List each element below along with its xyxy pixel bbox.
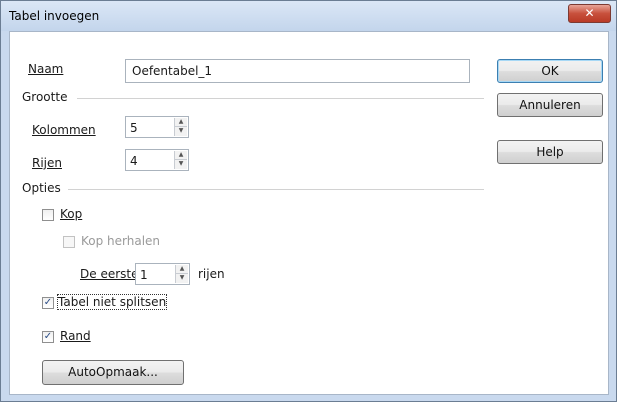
check-icon: ✓ xyxy=(43,297,53,308)
options-section-title: Opties xyxy=(22,181,61,195)
options-section-divider xyxy=(68,189,484,190)
close-button[interactable]: ✕ xyxy=(568,4,611,23)
spin-down-icon[interactable]: ▼ xyxy=(176,274,188,283)
spin-down-icon[interactable]: ▼ xyxy=(175,127,187,136)
spin-down-icon[interactable]: ▼ xyxy=(175,160,187,169)
title-bar[interactable]: Tabel invoegen ✕ xyxy=(1,1,616,31)
columns-spin-arrows[interactable]: ▲ ▼ xyxy=(174,118,187,136)
spin-up-icon[interactable]: ▲ xyxy=(175,151,187,160)
columns-value: 5 xyxy=(130,121,138,135)
dont-split-checkbox[interactable]: ✓ xyxy=(42,297,54,309)
name-label-text: Naam xyxy=(28,62,64,76)
columns-spinbox[interactable]: 5 ▲ ▼ xyxy=(125,116,189,138)
spin-up-icon[interactable]: ▲ xyxy=(176,265,188,274)
dialog-title: Tabel invoegen xyxy=(9,9,100,23)
check-icon: ✓ xyxy=(43,331,53,342)
repeat-heading-checkbox[interactable] xyxy=(63,236,75,248)
insert-table-dialog: Tabel invoegen ✕ Naam Oefentabel_1 Groot… xyxy=(0,0,617,402)
first-rows-spinbox[interactable]: 1 ▲ ▼ xyxy=(135,263,190,285)
first-rows-spin-arrows[interactable]: ▲ ▼ xyxy=(175,265,188,283)
first-rows-suffix: rijen xyxy=(198,267,225,281)
border-label: Rand xyxy=(60,329,91,343)
spin-up-icon[interactable]: ▲ xyxy=(175,118,187,127)
heading-checkbox[interactable] xyxy=(42,209,54,221)
columns-label: Kolommen xyxy=(32,123,96,137)
heading-label: Kop xyxy=(60,207,83,221)
cancel-button[interactable]: Annuleren xyxy=(497,93,603,117)
ok-button[interactable]: OK xyxy=(497,59,603,83)
name-field[interactable]: Oefentabel_1 xyxy=(125,59,470,83)
size-section-title: Grootte xyxy=(22,90,68,104)
rows-spin-arrows[interactable]: ▲ ▼ xyxy=(174,151,187,169)
name-label: Naam xyxy=(28,62,63,76)
first-rows-label: De eerste xyxy=(80,267,139,281)
size-section-divider xyxy=(77,98,484,99)
help-button[interactable]: Help xyxy=(497,140,603,164)
dialog-body: Naam Oefentabel_1 Grootte Kolommen 5 ▲ ▼… xyxy=(9,31,609,395)
autoformat-button[interactable]: AutoOpmaak... xyxy=(42,360,184,385)
border-checkbox[interactable]: ✓ xyxy=(42,331,54,343)
rows-value: 4 xyxy=(130,154,138,168)
repeat-heading-label: Kop herhalen xyxy=(81,234,161,248)
dont-split-label: Tabel niet splitsen xyxy=(56,294,168,310)
rows-label: Rijen xyxy=(32,156,62,170)
close-icon: ✕ xyxy=(584,6,595,20)
first-rows-value: 1 xyxy=(140,268,148,282)
rows-spinbox[interactable]: 4 ▲ ▼ xyxy=(125,149,189,171)
